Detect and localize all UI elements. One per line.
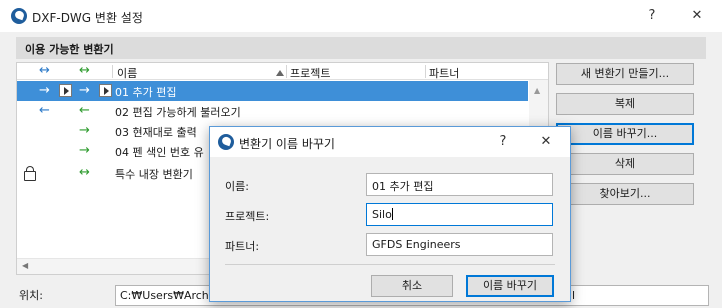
import-arrow-icon: ← [39,103,50,118]
list-header: ↔ ↔ 이름 프로젝트 파트너 [17,63,548,80]
list-item-name: 02 편집 가능하게 불러오기 [115,106,241,119]
export-arrow-icon: → [79,143,90,158]
browse-button[interactable]: 찾아보기... [556,183,694,205]
project-field-value: Silo [372,208,392,221]
partner-label: 파트너: [225,240,260,253]
two-way-arrow-icon: ↔ [79,165,90,180]
list-item-name: 04 펜 색인 번호 유 [115,146,204,159]
archicad-logo-icon [218,134,234,150]
text-caret [391,208,393,220]
export-arrow-icon: → [79,123,90,138]
column-divider [425,65,426,78]
export-arrow-icon: → [39,83,50,98]
confirm-rename-button[interactable]: 이름 바꾸기 [466,275,554,297]
rename-translator-dialog: 변환기 이름 바꾸기 ? ✕ 이름: 01 추가 편집 프로젝트: Silo 파… [209,126,571,302]
list-item[interactable]: → → 01 추가 편집 [17,81,528,101]
play-icon[interactable] [59,84,72,97]
dialog-divider [225,264,555,265]
section-header: 이용 가능한 변환기 [16,37,706,59]
list-item-name: 03 현재대로 출력 [115,126,197,139]
export-arrow-icon: → [79,83,90,98]
dialog-help-button[interactable]: ? [493,132,513,152]
import-arrow-icon: ← [79,103,90,118]
scroll-up-icon[interactable]: ▲ [534,86,540,95]
rename-button[interactable]: 이름 바꾸기... [556,123,694,145]
location-path-tail: l [572,289,576,302]
partner-field-value: GFDS Engineers [372,238,461,251]
partner-field[interactable]: GFDS Engineers [366,233,553,256]
list-item-name: 01 추가 편집 [115,86,177,99]
list-item-name: 특수 내장 변환기 [115,168,193,181]
column-divider [286,65,287,78]
help-button[interactable]: ? [642,6,662,26]
column-header-name[interactable]: 이름 [117,65,137,81]
close-button[interactable]: ✕ [687,6,707,26]
name-label: 이름: [225,180,249,193]
project-field[interactable]: Silo [366,203,553,226]
window-title: DXF-DWG 변환 설정 [32,11,143,25]
direction-column-icon: ↔ [79,63,90,78]
dialog-close-button[interactable]: ✕ [536,132,556,152]
name-field-value: 01 추가 편집 [372,180,434,193]
play-icon[interactable] [99,84,112,97]
column-header-partner[interactable]: 파트너 [429,65,459,81]
dialog-title: 변환기 이름 바꾸기 [239,137,335,151]
sort-ascending-icon [276,70,284,76]
import-export-column-icon: ↔ [39,63,50,78]
scroll-left-icon[interactable]: ◀ [22,261,28,270]
location-label: 위치: [19,289,43,302]
column-divider [112,65,113,78]
dialog-titlebar: 변환기 이름 바꾸기 ? ✕ [210,127,570,157]
new-translator-button[interactable]: 새 변환기 만들기... [556,63,694,85]
name-field[interactable]: 01 추가 편집 [366,173,553,196]
list-item[interactable]: ← ← 02 편집 가능하게 불러오기 [17,101,528,121]
lock-icon [24,166,36,181]
cancel-button[interactable]: 취소 [371,275,453,297]
window-titlebar: DXF-DWG 변환 설정 ? ✕ [0,0,722,32]
column-header-project[interactable]: 프로젝트 [290,65,330,81]
duplicate-button[interactable]: 복제 [556,93,694,115]
delete-button[interactable]: 삭제 [556,153,694,175]
archicad-logo-icon [11,8,27,24]
project-label: 프로젝트: [225,210,270,223]
section-title: 이용 가능한 변환기 [25,43,114,56]
